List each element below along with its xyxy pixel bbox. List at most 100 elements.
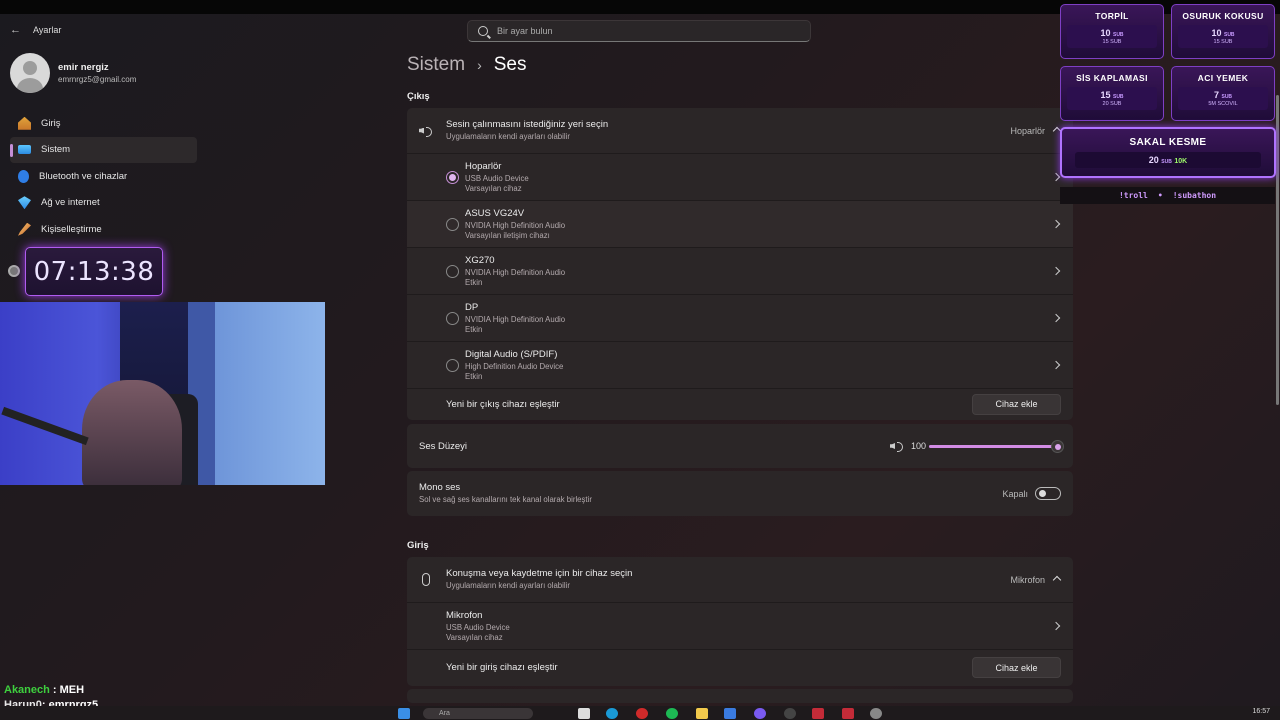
mono-audio-card: Mono ses Sol ve sağ ses kanallarını tek … [407,471,1073,516]
device-name: ASUS VG24V [465,207,525,219]
donation-amount: 20 [1148,155,1159,165]
pair-input-row: Yeni bir giriş cihazı eşleştir Cihaz ekl… [407,649,1073,685]
taskbar-app-icon[interactable] [578,708,590,719]
chevron-right-icon: › [477,57,482,73]
chevron-right-icon[interactable] [1051,219,1061,229]
sidebar-item-label: Sistem [41,144,71,156]
taskbar-search[interactable]: Ara [423,708,533,719]
output-device-row[interactable]: Hoparlör USB Audio Device Varsayılan ciha… [407,153,1073,200]
output-device-row[interactable]: DP NVIDIA High Definition Audio Etkin [407,294,1073,341]
donation-amount: 7 [1213,90,1219,100]
search-input[interactable]: Bir ayar bulun [497,26,553,36]
donation-unit: SUB [1161,159,1172,165]
opera-icon[interactable] [636,708,648,719]
command-subathon: !subathon [1172,191,1217,200]
chevron-right-icon[interactable] [1051,313,1061,323]
output-device-header[interactable]: Sesin çalınmasını istediğiniz yeri seçin… [407,108,1073,153]
sidebar-item-personalization[interactable]: Kişiselleştirme [10,216,197,243]
donation-unit: SUB [1112,94,1124,100]
breadcrumb-parent[interactable]: Sistem [407,54,465,76]
donation-sub: 20 SUB [1102,101,1122,107]
sidebar-item-bluetooth[interactable]: Bluetooth ve cihazlar [10,163,197,190]
donation-unit: SUB [1221,94,1233,100]
brush-icon [18,222,31,236]
search-icon [478,26,488,36]
device-radio[interactable] [446,264,459,278]
search-box[interactable]: Bir ayar bulun [467,20,811,42]
mono-toggle[interactable] [1035,487,1061,500]
donation-amount: 10 [1211,28,1222,38]
spotify-icon[interactable] [666,708,678,719]
output-device-row[interactable]: XG270 NVIDIA High Definition Audio Etkin [407,247,1073,294]
edge-icon[interactable] [606,708,618,719]
scrollbar[interactable] [1276,95,1279,405]
start-icon[interactable] [398,708,410,719]
profile-email: emrnrgz5@gmail.com [58,75,137,84]
output-header-subtitle: Uygulamaların kendi ayarları olabilir [446,132,570,141]
speaker-icon [419,126,433,137]
volume-speaker-icon[interactable] [890,441,904,452]
user-profile[interactable]: emir nergiz emrnrgz5@gmail.com [10,53,136,93]
chat-user: Akanech [4,684,50,696]
network-icon [18,196,31,210]
add-input-device-button[interactable]: Cihaz ekle [972,657,1061,678]
volume-row: Ses Düzeyi 100 [407,424,1073,468]
vscode-icon[interactable] [724,708,736,719]
donation-amount: 15 [1100,90,1111,100]
folder-icon[interactable] [696,708,708,719]
taskbar-red-app-icon[interactable] [812,708,824,719]
sidebar-item-label: Kişiselleştirme [41,223,102,235]
donation-title: ACI YEMEK [1197,73,1249,83]
volume-slider-fill [929,444,1057,448]
pair-output-row: Yeni bir çıkış cihazı eşleştir Cihaz ekl… [407,388,1073,419]
chevron-right-icon[interactable] [1051,621,1061,631]
device-name: XG270 [465,254,495,266]
sidebar-item-network[interactable]: Ağ ve internet [10,190,197,217]
donation-title: TORPİL [1095,11,1129,21]
device-radio[interactable] [446,170,459,184]
back-arrow-icon[interactable]: ← [10,24,21,36]
volume-card: Ses Düzeyi 100 [407,424,1073,468]
output-device-row[interactable]: ASUS VG24V NVIDIA High Definition Audio V… [407,200,1073,247]
device-details: NVIDIA High Definition Audio Etkin [465,314,566,334]
breadcrumb: Sistem › Ses [407,54,527,76]
donation-sub: 5M SCOVIL [1208,101,1238,107]
pair-output-label: Yeni bir çıkış cihazı eşleştir [446,398,560,410]
chevron-right-icon[interactable] [1051,266,1061,276]
input-device-header[interactable]: Konuşma veya kaydetme için bir cihaz seç… [407,557,1073,602]
device-radio[interactable] [446,358,459,372]
webcam-feed [0,302,325,485]
next-card-partial [407,689,1073,703]
device-radio[interactable] [446,311,459,325]
volume-slider[interactable] [929,439,1064,453]
sidebar-item-label: Giriş [41,117,61,129]
volume-slider-thumb[interactable] [1051,439,1064,453]
obs-icon[interactable] [784,708,796,719]
sidebar-item-home[interactable]: Giriş [10,110,197,137]
settings-gear-icon[interactable] [870,708,882,719]
chat-text: MEH [59,684,85,696]
add-output-device-button[interactable]: Cihaz ekle [972,393,1061,415]
device-details: NVIDIA High Definition Audio Etkin [465,267,566,287]
donation-card-featured: SAKAL KESME 20 SUB 10K [1060,127,1276,178]
donation-card: OSURUK KOKUSU 10 SUB 15 SUB [1171,4,1275,59]
profile-name: emir nergiz [58,62,109,73]
discord-icon[interactable] [754,708,766,719]
output-device-row[interactable]: Digital Audio (S/PDIF) High Definition A… [407,341,1073,388]
title-bar: ← Ayarlar [10,24,61,36]
taskbar-red-app2-icon[interactable] [842,708,854,719]
input-device-row[interactable]: Mikrofon USB Audio Device Varsayılan ciha… [407,602,1073,649]
output-header-title: Sesin çalınmasını istediğiniz yeri seçin [446,119,609,130]
device-radio[interactable] [446,217,459,231]
chevron-right-icon[interactable] [1051,172,1061,182]
chevron-up-icon[interactable] [1052,575,1062,584]
webcam-person [82,380,182,485]
mono-subtitle: Sol ve sağ ses kanallarını tek kanal ola… [419,495,592,504]
chevron-right-icon[interactable] [1051,360,1061,370]
sidebar-item-system[interactable]: Sistem [10,136,197,163]
webcam-mic-arm [1,406,89,446]
donation-title: OSURUK KOKUSU [1182,11,1264,21]
system-icon [18,145,31,155]
donation-sub: 15 SUB [1213,39,1233,45]
input-selected-value: Mikrofon [1010,574,1045,585]
